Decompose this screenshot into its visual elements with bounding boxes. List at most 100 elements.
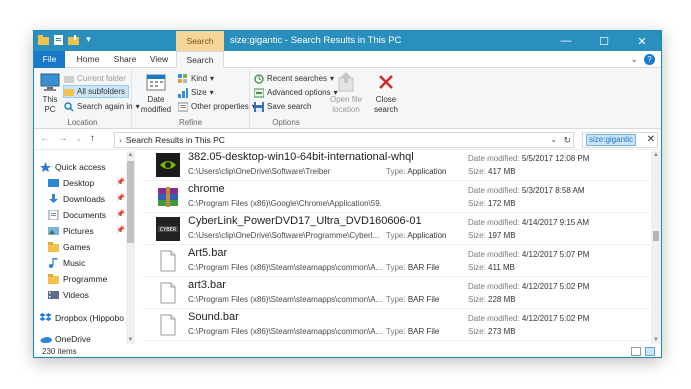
address-bar[interactable]: › Search Results in This PC ⌄ ↻: [114, 132, 574, 148]
breadcrumb-chevron-icon: ›: [119, 135, 122, 145]
maximize-button[interactable]: ☐: [585, 31, 623, 51]
open-file-location-button[interactable]: Open file location: [326, 71, 366, 115]
size-button[interactable]: Size ▾: [178, 86, 214, 99]
date-modified-button[interactable]: Date modified: [136, 71, 176, 115]
quick-access-item[interactable]: Quick access: [40, 159, 106, 175]
quick-access-label: Quick access: [55, 162, 106, 172]
kind-button[interactable]: Kind ▾: [178, 72, 214, 85]
refine-group-label: Refine: [178, 118, 203, 127]
search-again-button[interactable]: Search again in ▾: [64, 100, 140, 113]
folder-icon: [48, 242, 59, 252]
cloud-icon: [40, 334, 52, 344]
up-arrow-icon[interactable]: ↑: [90, 133, 95, 144]
sidebar-item-desktop[interactable]: Desktop: [48, 175, 94, 191]
minimize-button[interactable]: —: [547, 31, 585, 51]
properties-icon[interactable]: [53, 34, 64, 45]
clear-search-icon[interactable]: ✕: [647, 133, 655, 147]
back-arrow-icon[interactable]: ←: [40, 133, 50, 144]
search-input[interactable]: size:gigantic: [586, 134, 637, 146]
open-file-location-label: Open file location: [329, 95, 363, 114]
date-modified: Date modified: 4/12/2017 5:02 PM: [468, 314, 589, 323]
kind-label: Kind: [191, 74, 208, 83]
sidebar-item-documents[interactable]: Documents: [48, 207, 106, 223]
type-value: BAR File: [407, 327, 440, 336]
list-item[interactable]: Art5.bar C:\Program Files (x86)\Steam\ste…: [142, 245, 650, 277]
file-size: Size: 172 MB: [468, 199, 516, 208]
tab-view[interactable]: View: [144, 51, 174, 68]
pin-icon: 📌: [116, 179, 125, 186]
scroll-down-icon[interactable]: ▼: [651, 337, 661, 343]
date-modified-label: Date modified:: [468, 314, 520, 323]
sidebar-item-downloads[interactable]: Downloads: [48, 191, 105, 207]
tab-file[interactable]: File: [34, 51, 65, 68]
results-scrollbar[interactable]: ▲ ▼: [651, 151, 661, 344]
chevron-down-icon[interactable]: ⌄: [550, 133, 557, 147]
details-view-icon[interactable]: [631, 347, 641, 356]
scrollbar-thumb[interactable]: [653, 231, 659, 241]
refresh-icon[interactable]: ↻: [563, 133, 571, 147]
recent-searches-button[interactable]: Recent searches ▾: [254, 72, 334, 85]
sidebar-item-pictures[interactable]: Pictures: [48, 223, 94, 239]
list-item[interactable]: chrome C:\Program Files (x86)\Google\Chro…: [142, 181, 650, 213]
file-path: C:\Program Files (x86)\Steam\steamapps\c…: [188, 263, 382, 272]
sidebar-item-label: Videos: [63, 290, 89, 300]
chevron-down-icon[interactable]: ⌄: [76, 135, 82, 143]
navigation-buttons: ← → ⌄ ↑: [40, 133, 95, 144]
list-item[interactable]: art3.bar C:\Program Files (x86)\Steam\ste…: [142, 277, 650, 309]
type-value: Application: [407, 231, 447, 240]
save-search-label: Save search: [267, 102, 312, 111]
document-icon: [48, 209, 59, 221]
file-path: C:\Program Files (x86)\Steam\steamapps\c…: [188, 327, 382, 336]
dropbox-icon: [39, 313, 52, 323]
scrollbar-thumb[interactable]: [127, 161, 134, 243]
close-search-button[interactable]: Close search: [370, 71, 402, 115]
list-item[interactable]: CYBER CyberLink_PowerDVD17_Ultra_DVD16060…: [142, 213, 650, 245]
tab-search[interactable]: Search: [176, 51, 224, 68]
save-search-button[interactable]: Save search: [254, 100, 311, 113]
forward-arrow-icon[interactable]: →: [58, 133, 68, 144]
sidebar-item-dropbox[interactable]: Dropbox (Hippobo: [39, 310, 124, 326]
file-name: Art5.bar: [188, 247, 228, 259]
this-pc-label: This PC: [42, 95, 58, 114]
content-view-icon[interactable]: [645, 347, 655, 356]
size-icon: [178, 87, 188, 98]
star-icon: [40, 162, 51, 172]
sidebar-item-games[interactable]: Games: [48, 239, 90, 255]
all-subfolders-button[interactable]: All subfolders: [63, 85, 130, 98]
tab-home[interactable]: Home: [70, 51, 106, 68]
this-pc-button[interactable]: This PC: [38, 71, 62, 115]
sidebar-item-music[interactable]: Music: [48, 255, 85, 271]
expand-ribbon-icon[interactable]: ⌄: [630, 54, 638, 65]
window-title: size:gigantic - Search Results in This P…: [230, 35, 402, 46]
navigation-scrollbar[interactable]: ▲ ▼: [126, 151, 135, 344]
sidebar-item-onedrive[interactable]: OneDrive: [40, 331, 91, 344]
desktop-icon: [48, 178, 59, 188]
view-buttons: [631, 347, 655, 356]
file-name: chrome: [188, 183, 225, 195]
item-count: 230 items: [42, 347, 77, 356]
sidebar-item-label: Desktop: [63, 178, 95, 188]
new-folder-icon[interactable]: [68, 34, 79, 45]
list-item[interactable]: 382.05-desktop-win10-64bit-international…: [142, 149, 650, 181]
scroll-up-icon[interactable]: ▲: [126, 152, 135, 158]
pictures-icon: [48, 226, 59, 236]
help-icon[interactable]: ?: [644, 54, 655, 65]
search-box[interactable]: size:gigantic ✕: [582, 132, 658, 148]
scroll-up-icon[interactable]: ▲: [651, 152, 661, 158]
refine-group: Date modified Kind ▾ Size ▾ Other proper…: [132, 68, 256, 129]
date-modified-value: 4/12/2017 5:02 PM: [521, 314, 590, 323]
search-again-label: Search again in: [77, 102, 133, 111]
close-window-button[interactable]: ✕: [623, 31, 661, 51]
list-item[interactable]: Sound.bar C:\Program Files (x86)\Steam\st…: [142, 309, 650, 341]
scroll-down-icon[interactable]: ▼: [126, 337, 135, 343]
sidebar-item-videos[interactable]: Videos: [48, 287, 89, 303]
file-type: Type: Application: [386, 167, 447, 176]
file-path: C:\Users\clip\OneDrive\Software\Treiber: [188, 167, 331, 176]
sidebar-item-programme[interactable]: Programme: [48, 271, 107, 287]
chevron-down-icon[interactable]: ▾: [83, 34, 94, 45]
other-properties-button[interactable]: Other properties ▾: [177, 100, 256, 113]
status-bar: 230 items: [34, 345, 661, 357]
current-folder-button[interactable]: Current folder: [64, 72, 126, 85]
tab-share[interactable]: Share: [108, 51, 142, 68]
type-value: BAR File: [407, 295, 440, 304]
